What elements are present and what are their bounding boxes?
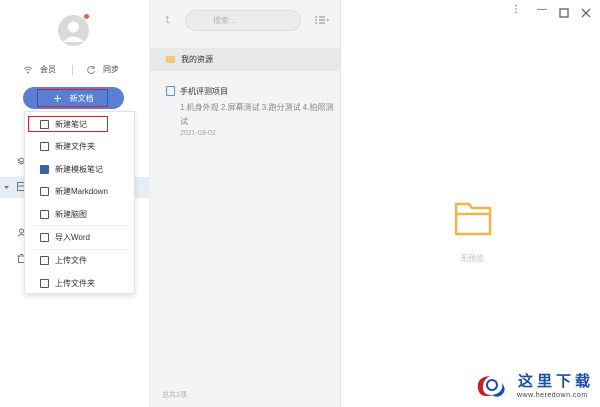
menu-item-label: 新建文件夹 <box>55 141 95 151</box>
close-icon[interactable] <box>581 6 591 20</box>
menu-item-new-template-note[interactable]: 新建模板笔记 <box>25 159 134 179</box>
upload-file-icon <box>40 255 49 265</box>
new-folder-icon <box>40 141 49 151</box>
highlight-box-new-document <box>37 89 108 107</box>
menu-item-new-markdown[interactable]: 新建Markdown <box>25 181 134 201</box>
folder-header[interactable]: 我的资源 <box>150 48 341 71</box>
item-count: 总共2项 <box>162 392 187 399</box>
folder-header-label: 我的资源 <box>181 55 213 64</box>
menu-item-label: 新建模板笔记 <box>55 164 103 174</box>
maximize-icon[interactable] <box>559 6 569 20</box>
note-title: 手机评测项目 <box>180 87 228 96</box>
no-preview-text: 无预览 <box>460 254 484 263</box>
user-icon <box>63 21 84 42</box>
new-document-menu: 新建笔记 新建文件夹 新建模板笔记 新建Markdown 新建脑图 导入Word… <box>24 111 135 294</box>
minimize-icon[interactable]: — <box>537 4 547 18</box>
more-options-icon[interactable]: ⋮ <box>511 4 521 18</box>
note-summary: 1.机身外观 2.屏幕测试 3.跑分测试 4.拍照测试 <box>180 103 334 126</box>
menu-item-label: 上传文件夹 <box>55 278 95 288</box>
menu-divider <box>33 225 128 226</box>
highlight-box-new-note <box>28 116 108 132</box>
expand-arrow-icon[interactable] <box>4 185 9 190</box>
sync-icon <box>87 65 95 74</box>
member-button[interactable]: 会员 <box>23 64 56 75</box>
divider <box>72 65 73 75</box>
menu-item-new-mindmap[interactable]: 新建脑图 <box>25 204 134 224</box>
note-icon <box>166 86 175 96</box>
import-word-icon <box>40 232 49 242</box>
sort-menu-icon[interactable] <box>314 15 330 25</box>
avatar[interactable] <box>58 15 89 46</box>
empty-folder-icon <box>454 202 492 236</box>
watermark-url: www.heredown.com <box>517 392 588 399</box>
folder-icon <box>166 56 175 63</box>
watermark-text: 这里下载 <box>518 372 595 390</box>
menu-item-new-folder[interactable]: 新建文件夹 <box>25 136 134 156</box>
mindmap-icon <box>40 209 49 219</box>
template-note-icon <box>40 164 49 174</box>
search-input[interactable]: 搜索... <box>185 10 301 31</box>
menu-item-label: 新建Markdown <box>55 186 108 196</box>
markdown-icon <box>40 186 49 196</box>
menu-item-upload-folder[interactable]: 上传文件夹 <box>25 273 134 293</box>
menu-item-label: 导入Word <box>55 232 90 242</box>
heredown-logo <box>477 376 505 397</box>
wifi-icon <box>23 66 33 73</box>
upload-folder-icon <box>40 278 49 288</box>
menu-item-upload-file[interactable]: 上传文件 <box>25 250 134 270</box>
sync-label: 同步 <box>103 65 119 74</box>
menu-item-label: 新建脑图 <box>55 209 87 219</box>
member-label: 会员 <box>40 65 56 74</box>
account-row: 会员 同步 <box>0 64 150 76</box>
sync-button[interactable]: 同步 <box>86 64 119 75</box>
back-icon[interactable]: ⮤ <box>165 15 171 26</box>
notification-dot <box>84 14 89 19</box>
note-date: 2021-03-02 <box>180 130 216 137</box>
menu-item-import-word[interactable]: 导入Word <box>25 227 134 247</box>
menu-item-label: 上传文件 <box>55 255 87 265</box>
